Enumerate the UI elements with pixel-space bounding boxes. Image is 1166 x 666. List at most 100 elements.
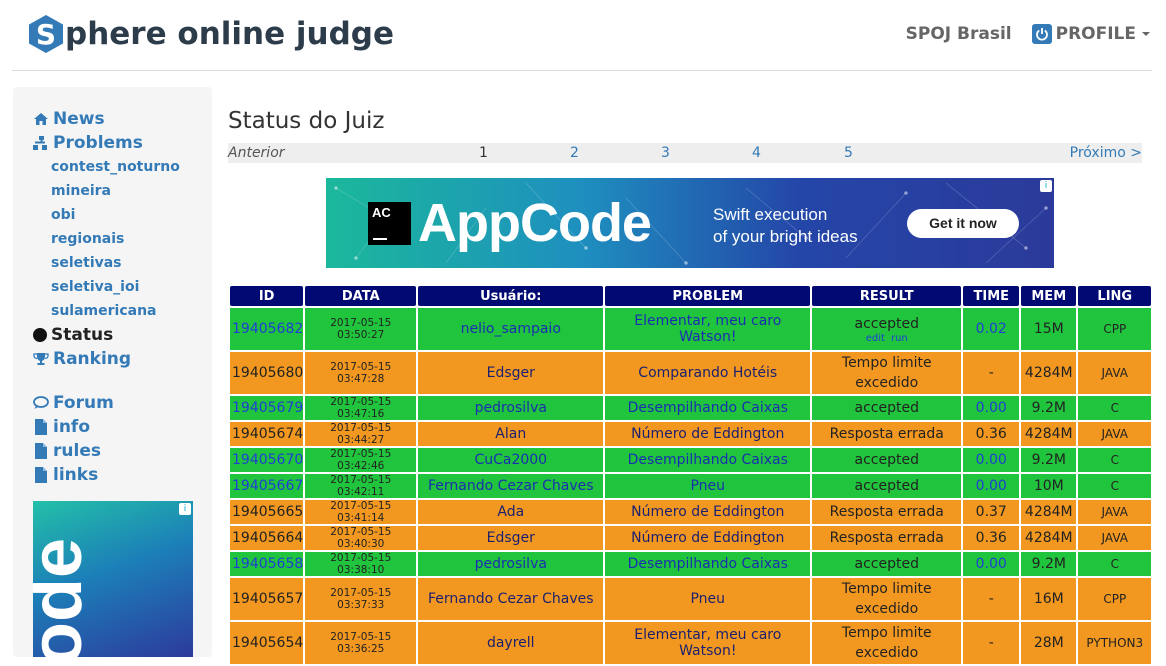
edit-link[interactable]: edit <box>866 333 885 344</box>
col-header-result: RESULT <box>812 286 962 306</box>
nav-status[interactable]: Status <box>33 323 180 347</box>
submission-result: accepted edit run <box>812 308 962 350</box>
logo-hexagon-icon: S <box>28 14 64 54</box>
ad-info-icon[interactable]: i <box>1040 180 1052 192</box>
submission-user[interactable]: nelio_sampaio <box>418 308 604 350</box>
submission-id: 19405664 <box>230 526 304 550</box>
nav-links[interactable]: links <box>33 463 180 487</box>
nav-news-label: News <box>53 109 105 129</box>
submission-id: 19405674 <box>230 422 304 446</box>
spoj-brasil-link[interactable]: SPOJ Brasil <box>906 24 1012 44</box>
submission-problem[interactable]: Número de Eddington <box>605 500 811 524</box>
nav-forum[interactable]: Forum <box>33 391 180 415</box>
submission-time: 0.36 <box>963 526 1020 550</box>
pager-page-3[interactable]: 3 <box>661 145 670 161</box>
submission-user[interactable]: dayrell <box>418 622 604 664</box>
nav-status-label: Status <box>51 325 114 345</box>
submission-time: 0.00 <box>963 474 1020 498</box>
submission-user[interactable]: pedrosilva <box>418 396 604 420</box>
submission-problem[interactable]: Pneu <box>605 578 811 620</box>
submission-problem[interactable]: Número de Eddington <box>605 526 811 550</box>
submission-date: 2017-05-15 03:42:46 <box>305 448 417 472</box>
submission-user[interactable]: Fernando Cezar Chaves <box>418 474 604 498</box>
submission-user[interactable]: Edsger <box>418 352 604 394</box>
submission-id: 19405680 <box>230 352 304 394</box>
submission-user[interactable]: pedrosilva <box>418 552 604 576</box>
submission-problem[interactable]: Desempilhando Caixas <box>605 552 811 576</box>
submission-mem: 9.2M <box>1021 396 1077 420</box>
submission-lang: PYTHON3 <box>1078 622 1152 664</box>
col-header-user: Usuário: <box>418 286 604 306</box>
submission-time: 0.36 <box>963 422 1020 446</box>
submission-problem[interactable]: Elementar, meu caro Watson! <box>605 622 811 664</box>
submission-date: 2017-05-15 03:47:16 <box>305 396 417 420</box>
submission-user[interactable]: CuCa2000 <box>418 448 604 472</box>
run-link[interactable]: run <box>891 333 908 344</box>
nav-sub-mineira[interactable]: mineira <box>33 179 180 203</box>
nav-sub-regionais[interactable]: regionais <box>33 227 180 251</box>
submission-result: Tempo limite excedido <box>812 622 962 664</box>
pager-next[interactable]: Próximo > <box>1070 145 1142 161</box>
submission-id[interactable]: 19405667 <box>230 474 304 498</box>
pager-prev: Anterior <box>228 145 285 161</box>
submission-lang: C <box>1078 552 1152 576</box>
submission-lang: CPP <box>1078 308 1152 350</box>
file-icon <box>33 467 49 483</box>
submission-lang: C <box>1078 448 1152 472</box>
pager-page-2[interactable]: 2 <box>570 145 579 161</box>
submission-problem[interactable]: Desempilhando Caixas <box>605 396 811 420</box>
get-it-now-button[interactable]: Get it now <box>907 209 1019 238</box>
nav-news[interactable]: News <box>33 107 180 131</box>
submission-user[interactable]: Fernando Cezar Chaves <box>418 578 604 620</box>
submission-id[interactable]: 19405682 <box>230 308 304 350</box>
submission-lang: C <box>1078 474 1152 498</box>
banner-product-name: AppCode <box>418 193 652 253</box>
submission-time: 0.00 <box>963 448 1020 472</box>
submission-problem[interactable]: Desempilhando Caixas <box>605 448 811 472</box>
submission-id[interactable]: 19405658 <box>230 552 304 576</box>
profile-menu[interactable]: PROFILE <box>1031 24 1150 44</box>
nav-sub-obi[interactable]: obi <box>33 203 180 227</box>
nav-sub-sulamericana[interactable]: sulamericana <box>33 299 180 323</box>
col-header-problem: PROBLEM <box>605 286 811 306</box>
logo-letter: S <box>36 18 56 51</box>
table-row: 19405658 2017-05-15 03:38:10 pedrosilva … <box>230 552 1152 576</box>
chevron-down-icon <box>1142 32 1150 36</box>
submission-mem: 4284M <box>1021 500 1077 524</box>
submission-date: 2017-05-15 03:50:27 <box>305 308 417 350</box>
page-title: Status do Juiz <box>228 108 385 134</box>
ad-banner[interactable]: AC AppCode Swift execution of your brigh… <box>326 178 1054 268</box>
nav-ranking[interactable]: Ranking <box>33 347 180 371</box>
submission-user[interactable]: Alan <box>418 422 604 446</box>
table-row: 19405670 2017-05-15 03:42:46 CuCa2000 De… <box>230 448 1152 472</box>
nav-problems[interactable]: Problems <box>33 131 180 155</box>
nav-sub-seletivas[interactable]: seletivas <box>33 251 180 275</box>
logo-text: phere online judge <box>65 16 394 52</box>
submission-id[interactable]: 19405670 <box>230 448 304 472</box>
submission-date: 2017-05-15 03:40:30 <box>305 526 417 550</box>
pager-page-5[interactable]: 5 <box>844 145 853 161</box>
submission-problem[interactable]: Comparando Hotéis <box>605 352 811 394</box>
submission-time: 0.00 <box>963 396 1020 420</box>
submission-problem[interactable]: Número de Eddington <box>605 422 811 446</box>
table-row: 19405665 2017-05-15 03:41:14 Ada Número … <box>230 500 1152 524</box>
site-header: S phere online judge SPOJ Brasil PROFILE <box>0 0 1166 70</box>
submission-problem[interactable]: Pneu <box>605 474 811 498</box>
site-logo[interactable]: S phere online judge <box>28 14 394 54</box>
submission-result: accepted <box>812 552 962 576</box>
sidebar-ad[interactable]: ode i <box>33 501 193 657</box>
submission-problem[interactable]: Elementar, meu caro Watson! <box>605 308 811 350</box>
submission-lang: JAVA <box>1078 422 1152 446</box>
ad-info-icon[interactable]: i <box>179 503 191 515</box>
submission-result: Tempo limite excedido <box>812 352 962 394</box>
file-icon <box>33 443 49 459</box>
pager-page-4[interactable]: 4 <box>752 145 761 161</box>
nav-sub-contest-noturno[interactable]: contest_noturno <box>33 155 180 179</box>
nav-info[interactable]: info <box>33 415 180 439</box>
submission-user[interactable]: Ada <box>418 500 604 524</box>
submission-time: - <box>963 622 1020 664</box>
submission-user[interactable]: Edsger <box>418 526 604 550</box>
nav-sub-seletiva-ioi[interactable]: seletiva_ioi <box>33 275 180 299</box>
submission-id[interactable]: 19405679 <box>230 396 304 420</box>
nav-rules[interactable]: rules <box>33 439 180 463</box>
